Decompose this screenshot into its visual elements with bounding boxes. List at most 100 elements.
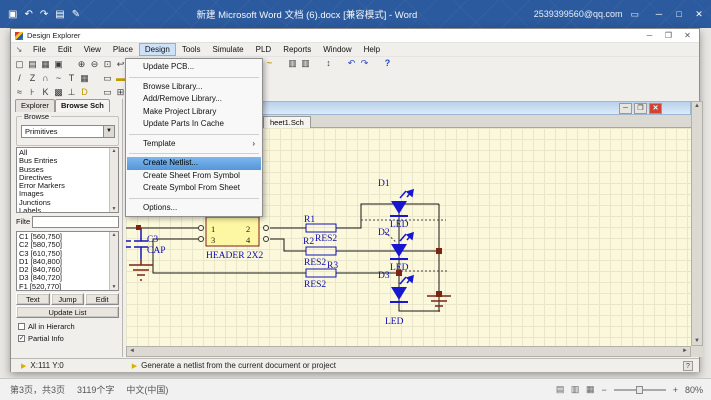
probe-tool-icon[interactable]: K xyxy=(39,86,52,99)
scroll-up-icon[interactable]: ▲ xyxy=(110,148,118,154)
sheet-symbol-icon[interactable]: ▥ xyxy=(286,57,299,70)
scroll-right-icon[interactable]: ► xyxy=(682,348,688,354)
part-type-res2[interactable]: RES2 xyxy=(304,280,326,290)
app-maximize-button[interactable]: ❐ xyxy=(659,29,678,42)
filter-input[interactable] xyxy=(32,216,119,228)
signal-wave-icon[interactable]: ~ xyxy=(263,57,276,70)
zoom-out-icon[interactable]: ⊖ xyxy=(88,58,101,71)
zoom-all-icon[interactable]: ⊡ xyxy=(101,58,114,71)
zoom-out-button[interactable]: − xyxy=(601,385,606,395)
word-close-button[interactable]: ✕ xyxy=(689,3,709,25)
zoom-slider[interactable] xyxy=(614,389,666,391)
capacitor-c3[interactable] xyxy=(134,228,148,259)
menu-launcher-icon[interactable]: ↘ xyxy=(11,45,27,54)
part-type-res2[interactable]: RES2 xyxy=(315,234,337,244)
new-icon[interactable]: ▢ xyxy=(13,58,26,71)
update-list-button[interactable]: Update List xyxy=(16,306,119,318)
chevron-down-icon[interactable]: ▼ xyxy=(103,126,114,137)
word-minimize-button[interactable]: ─ xyxy=(649,3,669,25)
menu-edit[interactable]: Edit xyxy=(52,43,78,56)
menu-simulate[interactable]: Simulate xyxy=(207,43,250,56)
jump-button[interactable]: Jump xyxy=(51,293,85,305)
ribbon-display-options-icon[interactable]: ▭ xyxy=(630,9,639,20)
scroll-up-icon[interactable]: ▲ xyxy=(110,232,118,238)
designator-d2[interactable]: D2 xyxy=(378,228,390,238)
menu-help[interactable]: Help xyxy=(358,43,386,56)
curve-tool-icon[interactable]: ~ xyxy=(52,72,65,85)
wavy-wire-icon[interactable]: ≈ xyxy=(13,86,26,99)
list-item[interactable]: Labels xyxy=(19,207,116,213)
partial-info-checkbox[interactable]: ✓ xyxy=(18,335,25,342)
net-label-icon[interactable]: ⊦ xyxy=(26,86,39,99)
sheet-minimize-button[interactable]: ─ xyxy=(619,103,632,114)
menu-item-make-project-library[interactable]: Make Project Library xyxy=(127,106,261,119)
menu-item-create-symbol-from-sheet[interactable]: Create Symbol From Sheet xyxy=(127,182,261,195)
designator-c3[interactable]: C3 xyxy=(147,235,158,245)
part-type-header2x2[interactable]: HEADER 2X2 xyxy=(206,251,264,261)
print-layout-icon[interactable]: ▥ xyxy=(571,384,580,394)
open-icon[interactable]: ▤ xyxy=(26,58,39,71)
pen-icon[interactable]: ✎ xyxy=(72,9,80,20)
clipboard-icon[interactable]: ▤ xyxy=(55,9,64,20)
read-mode-icon[interactable]: ▤ xyxy=(556,384,565,394)
menu-file[interactable]: File xyxy=(27,43,52,56)
rect-tool-icon[interactable]: ▭ xyxy=(101,72,114,85)
menu-item-update-parts-in-cache[interactable]: Update Parts In Cache xyxy=(127,118,261,131)
sheet-restore-button[interactable]: ❐ xyxy=(634,103,647,114)
part-type-led[interactable]: LED xyxy=(385,317,404,327)
tab-explorer[interactable]: Explorer xyxy=(15,99,55,112)
part-tool-icon[interactable]: ▭ xyxy=(101,86,114,99)
redo-icon[interactable]: ↷ xyxy=(358,57,371,70)
save-icon[interactable]: ▦ xyxy=(39,58,52,71)
primitive-list-scrollbar[interactable]: ▲ ▼ xyxy=(109,232,118,290)
part-type-res2[interactable]: RES2 xyxy=(304,258,326,268)
image-tool-icon[interactable]: ▩ xyxy=(52,86,65,99)
undo-icon[interactable]: ↶ xyxy=(345,57,358,70)
category-list[interactable]: All Bus Entries Busses Directives Error … xyxy=(16,147,119,213)
undo-icon[interactable]: ↶ xyxy=(24,9,32,20)
designator-r1[interactable]: R1 xyxy=(304,215,315,225)
horizontal-scrollbar[interactable]: ◄ ► xyxy=(126,346,691,357)
vertical-scrollbar[interactable]: ▲ ▼ xyxy=(691,101,703,346)
part-type-led[interactable]: LED xyxy=(390,263,409,273)
tab-sheet1[interactable]: heet1.Sch xyxy=(263,116,311,128)
led-diode[interactable] xyxy=(390,190,413,302)
power-port-icon[interactable]: D xyxy=(78,86,91,99)
scroll-left-icon[interactable]: ◄ xyxy=(129,348,135,354)
menu-item-template[interactable]: Template › xyxy=(127,138,261,151)
menu-item-update-pcb[interactable]: Update PCB... xyxy=(127,61,261,74)
zoom-in-button[interactable]: + xyxy=(673,385,678,395)
menu-place[interactable]: Place xyxy=(107,43,139,56)
save-icon[interactable]: ▣ xyxy=(8,9,17,20)
primitives-dropdown[interactable]: Primitives ▼ xyxy=(21,125,115,138)
sheet-close-button[interactable]: ✕ xyxy=(649,103,662,114)
page-indicator[interactable]: 第3页，共3页 xyxy=(10,383,65,396)
language-indicator[interactable]: 中文(中国) xyxy=(126,383,168,396)
web-layout-icon[interactable]: ▦ xyxy=(586,384,595,394)
menu-pld[interactable]: PLD xyxy=(250,43,278,56)
scroll-down-icon[interactable]: ▼ xyxy=(110,206,118,212)
primitive-list[interactable]: C1 [560,750] C2 [580,750] C3 [610,750] D… xyxy=(16,231,119,291)
scroll-down-icon[interactable]: ▼ xyxy=(110,284,118,290)
app-titlebar[interactable]: Design Explorer ─ ❐ ✕ xyxy=(11,29,699,43)
sheet-entry-icon[interactable]: ▥ xyxy=(299,57,312,70)
redo-icon[interactable]: ↷ xyxy=(40,9,48,20)
list-item[interactable]: F1 [520,770] xyxy=(19,283,116,291)
word-maximize-button[interactable]: □ xyxy=(669,3,689,25)
scroll-down-icon[interactable]: ▼ xyxy=(692,338,702,344)
category-list-scrollbar[interactable]: ▲ ▼ xyxy=(109,148,118,212)
grid-tool-icon[interactable]: ▦ xyxy=(78,72,91,85)
designator-r2[interactable]: R2 xyxy=(303,237,314,247)
menu-tools[interactable]: Tools xyxy=(176,43,207,56)
zoom-slider-handle[interactable] xyxy=(636,386,643,394)
menu-reports[interactable]: Reports xyxy=(277,43,317,56)
menu-view[interactable]: View xyxy=(78,43,107,56)
menu-item-browse-library[interactable]: Browse Library... xyxy=(127,81,261,94)
app-close-button[interactable]: ✕ xyxy=(678,29,697,42)
status-help-icon[interactable]: ? xyxy=(683,361,693,371)
designator-d1[interactable]: D1 xyxy=(378,179,390,189)
designator-r3[interactable]: R3 xyxy=(327,261,338,271)
part-type-cap[interactable]: CAP xyxy=(147,246,165,256)
arc-tool-icon[interactable]: ∩ xyxy=(39,72,52,85)
sort-icon[interactable]: ↕ xyxy=(322,57,335,70)
